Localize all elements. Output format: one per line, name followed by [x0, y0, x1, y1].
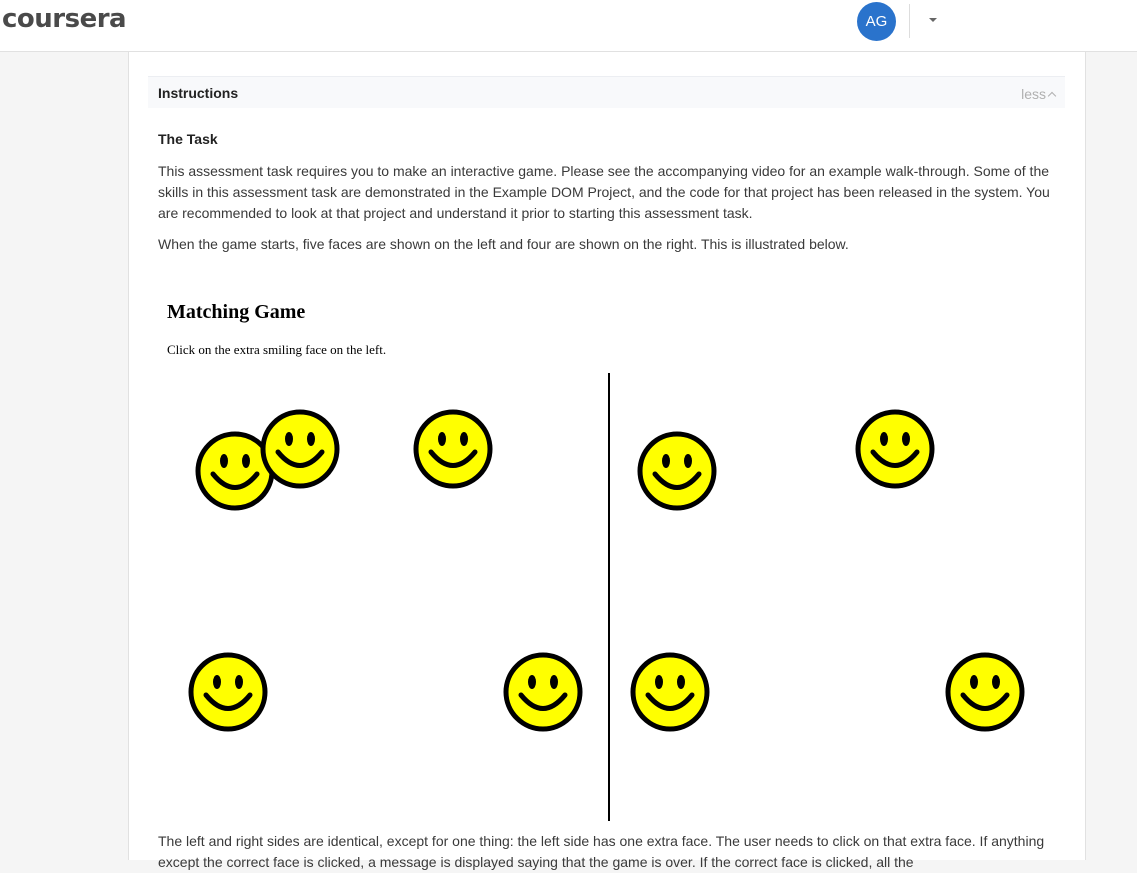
coursera-logo[interactable]: coursera: [2, 4, 127, 34]
smiley-face-icon: [945, 652, 1025, 732]
game-instruction: Click on the extra smiling face on the l…: [167, 342, 387, 357]
smiley-face-icon: [630, 652, 710, 732]
chevron-up-icon: [1047, 91, 1057, 100]
task-heading: The Task: [158, 131, 218, 147]
less-toggle-button[interactable]: less: [1021, 86, 1057, 102]
header-divider: [909, 4, 910, 38]
user-avatar[interactable]: AG: [857, 2, 896, 41]
smiley-face-icon: [413, 409, 493, 489]
instructions-title: Instructions: [158, 85, 239, 101]
top-bar: coursera AG: [0, 0, 1137, 52]
smiley-face-icon: [260, 409, 340, 489]
account-dropdown-caret-icon[interactable]: [929, 18, 937, 22]
smiley-face-icon: [188, 652, 268, 732]
task-paragraph-2: When the game starts, five faces are sho…: [158, 236, 849, 252]
smiley-face-icon: [503, 652, 583, 732]
less-toggle-label: less: [1021, 86, 1046, 102]
smiley-face-icon: [637, 431, 717, 511]
game-title: Matching Game: [167, 301, 306, 323]
matching-game-illustration: Matching Game Click on the extra smiling…: [158, 295, 1056, 829]
smiley-face-icon: [855, 409, 935, 489]
task-paragraph-3: The left and right sides are identical, …: [158, 833, 1045, 870]
task-paragraph-1: This assessment task requires you to mak…: [158, 163, 1050, 221]
instructions-header: Instructions less: [148, 76, 1065, 108]
game-divider-line: [608, 373, 610, 821]
